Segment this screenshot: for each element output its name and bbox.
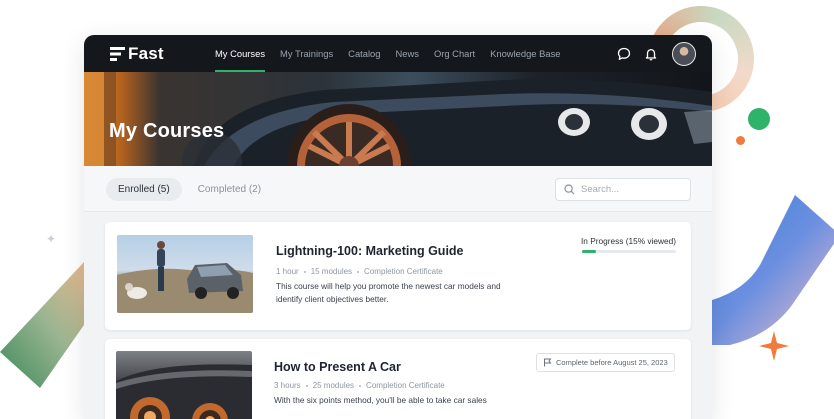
tab-enrolled[interactable]: Enrolled (5) bbox=[106, 178, 182, 201]
due-date-badge: Complete before August 25, 2023 bbox=[536, 353, 675, 372]
course-title[interactable]: How to Present A Car bbox=[274, 360, 401, 374]
separator-dot bbox=[305, 384, 308, 387]
progress-bar bbox=[582, 250, 676, 253]
course-thumbnail[interactable] bbox=[116, 351, 252, 419]
course-description: With the six points method, you'll be ab… bbox=[274, 395, 487, 405]
nav-link-catalog[interactable]: Catalog bbox=[348, 35, 380, 72]
bell-icon[interactable] bbox=[644, 47, 658, 61]
due-date-text: Complete before August 25, 2023 bbox=[556, 358, 668, 367]
course-card[interactable]: How to Present A Car 3 hours 25 modules … bbox=[105, 339, 691, 419]
nav-link-my-trainings[interactable]: My Trainings bbox=[280, 35, 333, 72]
hero-car-image bbox=[84, 72, 712, 166]
nav-link-knowledge-base[interactable]: Knowledge Base bbox=[490, 35, 560, 72]
separator-dot bbox=[357, 270, 360, 273]
decorative-green-dot bbox=[748, 108, 770, 130]
logo-text: Fast bbox=[128, 44, 164, 63]
nav-link-org-chart[interactable]: Org Chart bbox=[434, 35, 475, 72]
separator-dot bbox=[359, 384, 362, 387]
course-modules: 15 modules bbox=[310, 267, 353, 276]
hero-banner: My Courses bbox=[84, 72, 712, 166]
course-duration: 1 hour bbox=[276, 267, 299, 276]
decorative-ribbon bbox=[700, 195, 834, 345]
app-window: Fast My Courses My Trainings Catalog New… bbox=[84, 35, 712, 419]
separator-dot bbox=[303, 270, 306, 273]
course-card[interactable]: Lightning-100: Marketing Guide 1 hour 15… bbox=[105, 222, 691, 330]
top-navigation: Fast My Courses My Trainings Catalog New… bbox=[84, 35, 712, 72]
course-credential: Completion Certificate bbox=[366, 381, 445, 390]
course-credential: Completion Certificate bbox=[364, 267, 443, 276]
logo-icon bbox=[110, 47, 125, 61]
page-title: My Courses bbox=[109, 120, 225, 142]
search-icon bbox=[564, 184, 575, 195]
course-list: Lightning-100: Marketing Guide 1 hour 15… bbox=[84, 211, 712, 419]
progress-bar-fill bbox=[582, 250, 597, 253]
decorative-star-icon bbox=[759, 331, 789, 361]
flag-icon bbox=[544, 358, 552, 367]
logo[interactable]: Fast bbox=[110, 44, 164, 64]
course-meta: 1 hour 15 modules Completion Certificate bbox=[276, 267, 443, 276]
nav-links: My Courses My Trainings Catalog News Org… bbox=[215, 35, 576, 72]
course-meta: 3 hours 25 modules Completion Certificat… bbox=[274, 381, 445, 390]
course-title[interactable]: Lightning-100: Marketing Guide bbox=[276, 244, 464, 258]
decorative-orange-dot bbox=[736, 136, 745, 145]
course-duration: 3 hours bbox=[274, 381, 301, 390]
course-description: This course will help you promote the ne… bbox=[276, 281, 501, 304]
chat-icon[interactable] bbox=[617, 47, 631, 61]
course-modules: 25 modules bbox=[312, 381, 355, 390]
course-tabs: Enrolled (5) Completed (2) bbox=[106, 178, 277, 201]
search-box bbox=[555, 178, 691, 201]
course-thumbnail[interactable] bbox=[117, 235, 253, 313]
progress-status: In Progress (15% viewed) bbox=[581, 236, 676, 246]
nav-icons bbox=[604, 42, 696, 66]
tab-completed[interactable]: Completed (2) bbox=[186, 178, 273, 201]
decorative-sparkle-icon: ✦ bbox=[46, 232, 57, 246]
nav-link-news[interactable]: News bbox=[396, 35, 419, 72]
avatar[interactable] bbox=[672, 42, 696, 66]
nav-link-my-courses[interactable]: My Courses bbox=[215, 35, 266, 72]
search-input[interactable] bbox=[581, 184, 681, 195]
